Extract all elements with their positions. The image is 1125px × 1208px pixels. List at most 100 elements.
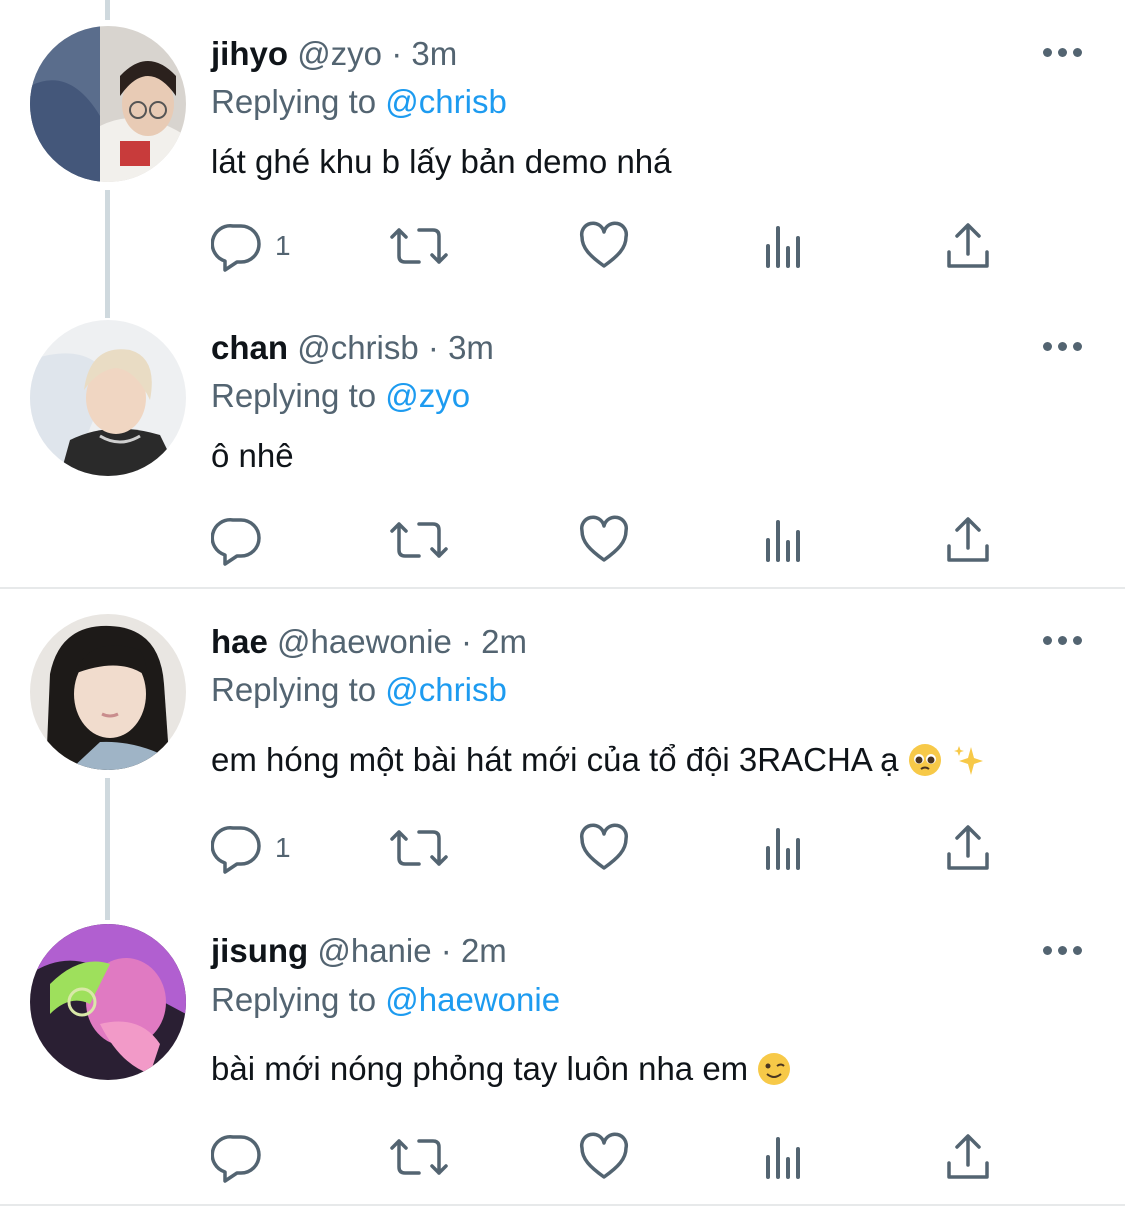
tweet[interactable]: jihyo @zyo · 3m Replying to @chrisb lát … [0,0,1125,300]
replying-to: Replying to @chrisb [211,82,507,122]
separator-dot: · [461,623,472,660]
more-options-icon[interactable] [1040,42,1084,62]
tweet-header: hae @haewonie · 2m [211,622,527,662]
tweet[interactable]: hae @haewonie · 2m Replying to @chrisb e… [0,589,1125,909]
user-handle[interactable]: @zyo [297,35,382,72]
tweet-text: em hóng một bài hát mới của tổ đội 3RACH… [211,740,985,780]
reply-count: 1 [275,230,291,261]
heart-icon [579,515,629,562]
avatar[interactable] [30,614,186,770]
analytics-icon [766,520,800,562]
winking-face-emoji [758,1053,791,1085]
display-name[interactable]: jisung [211,932,308,969]
analytics-icon [766,1137,800,1179]
tweet[interactable]: jisung @hanie · 2m Replying to @haewonie… [0,909,1125,1204]
display-name[interactable]: chan [211,329,288,366]
replying-to-handle[interactable]: @chrisb [385,671,507,708]
like-button[interactable] [578,512,630,568]
reply-icon [211,826,261,874]
user-handle[interactable]: @haewonie [277,623,452,660]
tweet[interactable]: chan @chrisb · 3m Replying to @zyo ô nhê [0,300,1125,587]
timestamp[interactable]: 3m [411,35,457,72]
share-button[interactable] [944,218,992,274]
replying-to-label: Replying to [211,377,377,414]
analytics-button[interactable] [764,218,808,274]
like-button[interactable] [578,1129,630,1185]
user-handle[interactable]: @hanie [317,932,431,969]
action-bar [211,512,1011,568]
avatar[interactable] [30,26,186,182]
action-bar: 1 [211,218,1011,274]
retweet-button[interactable] [389,1129,449,1185]
separator-dot: · [427,329,439,366]
more-options-icon[interactable] [1040,940,1084,960]
tweet-text: lát ghé khu b lấy bản demo nhá [211,143,672,180]
user-handle[interactable]: @chrisb [297,329,419,366]
analytics-button[interactable] [764,1129,808,1185]
reply-count: 1 [275,832,291,863]
pleading-face-emoji [908,744,941,776]
replying-to-label: Replying to [211,671,377,708]
tweet-text: ô nhê [211,437,294,474]
retweet-icon [390,228,448,264]
separator-dot: · [440,932,452,969]
heart-icon [579,823,629,870]
share-icon [947,825,989,870]
timestamp[interactable]: 2m [481,623,527,660]
retweet-button[interactable] [389,218,449,274]
display-name[interactable]: jihyo [211,35,288,72]
retweet-icon [390,1139,448,1175]
analytics-icon [766,828,800,870]
timestamp[interactable]: 2m [461,932,507,969]
replying-to-handle[interactable]: @zyo [385,377,470,414]
retweet-button[interactable] [389,512,449,568]
share-icon [947,517,989,562]
reply-icon [211,1135,261,1183]
action-bar [211,1129,1011,1185]
heart-icon [579,1132,629,1179]
replying-to-handle[interactable]: @haewonie [385,981,560,1018]
tweet-text: bài mới nóng phỏng tay luôn nha em [211,1049,791,1089]
reply-icon [211,224,261,272]
action-bar: 1 [211,820,1011,876]
replying-to-handle[interactable]: @chrisb [385,83,507,120]
retweet-icon [390,522,448,558]
divider [0,1204,1125,1206]
replying-to: Replying to @chrisb [211,670,507,710]
replying-to: Replying to @zyo [211,376,470,416]
sparkles-emoji [953,746,983,775]
reply-button[interactable] [211,512,275,568]
tweet-text-body: em hóng một bài hát mới của tổ đội 3RACH… [211,741,899,778]
tweet-header: chan @chrisb · 3m [211,328,494,368]
reply-button[interactable]: 1 [211,820,291,876]
tweet-header: jihyo @zyo · 3m [211,34,457,74]
avatar[interactable] [30,320,186,476]
separator-dot: · [391,35,403,72]
timestamp[interactable]: 3m [448,329,494,366]
reply-button[interactable]: 1 [211,218,291,274]
retweet-icon [390,830,448,866]
tweet-header: jisung @hanie · 2m [211,931,507,971]
reply-button[interactable] [211,1129,275,1185]
share-icon [947,223,989,268]
share-button[interactable] [944,512,992,568]
heart-icon [579,221,629,268]
replying-to-label: Replying to [211,981,377,1018]
more-options-icon[interactable] [1040,336,1084,356]
retweet-button[interactable] [389,820,449,876]
replying-to: Replying to @haewonie [211,980,560,1020]
analytics-button[interactable] [764,512,808,568]
like-button[interactable] [578,218,630,274]
share-button[interactable] [944,820,992,876]
like-button[interactable] [578,820,630,876]
tweet-text-body: bài mới nóng phỏng tay luôn nha em [211,1050,749,1087]
analytics-icon [766,226,800,268]
share-button[interactable] [944,1129,992,1185]
reply-icon [211,518,261,566]
display-name[interactable]: hae [211,623,268,660]
more-options-icon[interactable] [1040,630,1084,650]
replying-to-label: Replying to [211,83,377,120]
share-icon [947,1134,989,1179]
analytics-button[interactable] [764,820,808,876]
avatar[interactable] [30,924,186,1080]
